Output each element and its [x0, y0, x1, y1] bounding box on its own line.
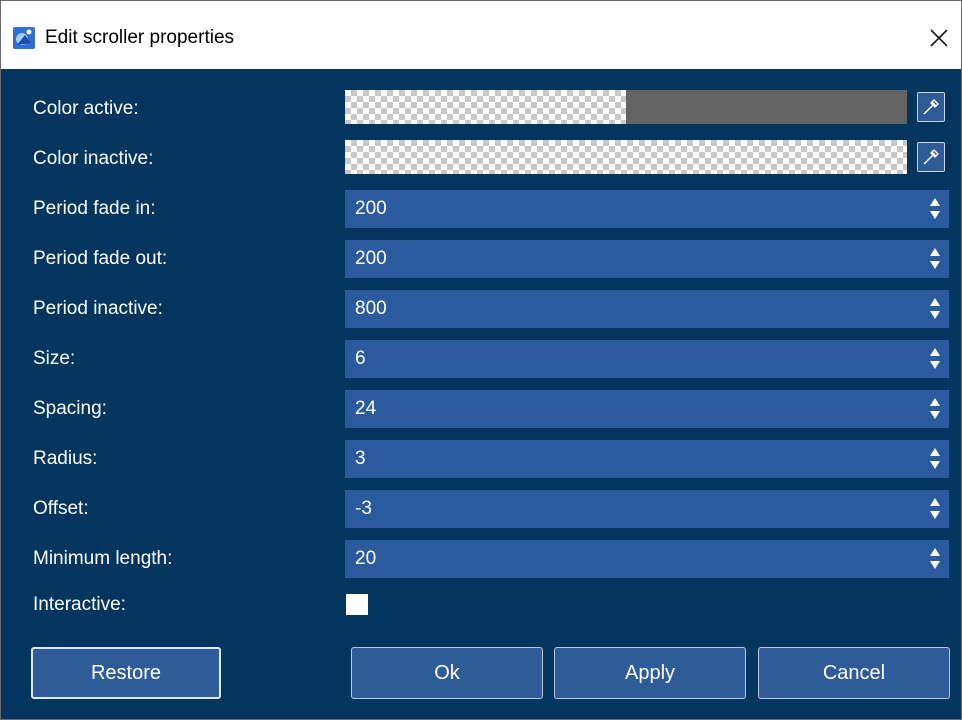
edit-scroller-dialog: Edit scroller properties Color active: C… [0, 0, 962, 720]
apply-button[interactable]: Apply [554, 647, 746, 699]
size-spinbox[interactable]: 6 [345, 340, 949, 378]
triangle-down-icon[interactable] [927, 360, 943, 372]
spacing-label: Spacing: [33, 398, 107, 419]
period-fade-out-value: 200 [355, 248, 387, 269]
eyedropper-icon [923, 99, 939, 115]
offset-spinbox[interactable]: -3 [345, 490, 949, 528]
color-inactive-label: Color inactive: [33, 148, 154, 169]
triangle-up-icon[interactable] [927, 395, 943, 407]
color-active-fill [626, 90, 907, 124]
period-fade-in-spinbox[interactable]: 200 [345, 190, 949, 228]
triangle-down-icon[interactable] [927, 310, 943, 322]
color-active-swatch[interactable] [345, 90, 907, 124]
period-fade-out-label: Period fade out: [33, 248, 168, 269]
radius-spinbox[interactable]: 3 [345, 440, 949, 478]
window-title: Edit scroller properties [45, 27, 235, 48]
color-inactive-swatch[interactable] [345, 140, 907, 174]
triangle-down-icon[interactable] [927, 510, 943, 522]
color-active-label: Color active: [33, 98, 139, 119]
period-inactive-label: Period inactive: [33, 298, 163, 319]
offset-label: Offset: [33, 498, 89, 519]
offset-value: -3 [355, 498, 372, 519]
interactive-checkbox[interactable] [346, 594, 368, 615]
close-icon [930, 29, 948, 47]
close-button[interactable] [919, 19, 959, 55]
size-label: Size: [33, 348, 76, 369]
minimum-length-spinbox[interactable]: 20 [345, 540, 949, 578]
color-inactive-picker-button[interactable] [917, 142, 945, 172]
spacing-spinbox[interactable]: 24 [345, 390, 949, 428]
size-value: 6 [355, 348, 366, 369]
period-fade-in-value: 200 [355, 198, 387, 219]
triangle-down-icon[interactable] [927, 210, 943, 222]
cancel-button[interactable]: Cancel [758, 647, 950, 699]
minimum-length-label: Minimum length: [33, 548, 173, 569]
triangle-up-icon[interactable] [927, 445, 943, 457]
period-fade-out-spinbox[interactable]: 200 [345, 240, 949, 278]
ok-button[interactable]: Ok [351, 647, 543, 699]
triangle-up-icon[interactable] [927, 345, 943, 357]
period-inactive-value: 800 [355, 298, 387, 319]
triangle-up-icon[interactable] [927, 195, 943, 207]
app-icon [13, 27, 35, 49]
color-active-picker-button[interactable] [917, 92, 945, 122]
radius-value: 3 [355, 448, 366, 469]
triangle-up-icon[interactable] [927, 295, 943, 307]
restore-button[interactable]: Restore [31, 647, 221, 699]
triangle-down-icon[interactable] [927, 410, 943, 422]
triangle-up-icon[interactable] [927, 545, 943, 557]
interactive-label: Interactive: [33, 594, 126, 615]
spacing-value: 24 [355, 398, 377, 419]
triangle-down-icon[interactable] [927, 560, 943, 572]
title-bar[interactable]: Edit scroller properties [1, 1, 961, 69]
triangle-up-icon[interactable] [927, 495, 943, 507]
triangle-up-icon[interactable] [927, 245, 943, 257]
eyedropper-icon [923, 149, 939, 165]
triangle-down-icon[interactable] [927, 260, 943, 272]
period-inactive-spinbox[interactable]: 800 [345, 290, 949, 328]
radius-label: Radius: [33, 448, 98, 469]
triangle-down-icon[interactable] [927, 460, 943, 472]
period-fade-in-label: Period fade in: [33, 198, 156, 219]
minimum-length-value: 20 [355, 548, 377, 569]
